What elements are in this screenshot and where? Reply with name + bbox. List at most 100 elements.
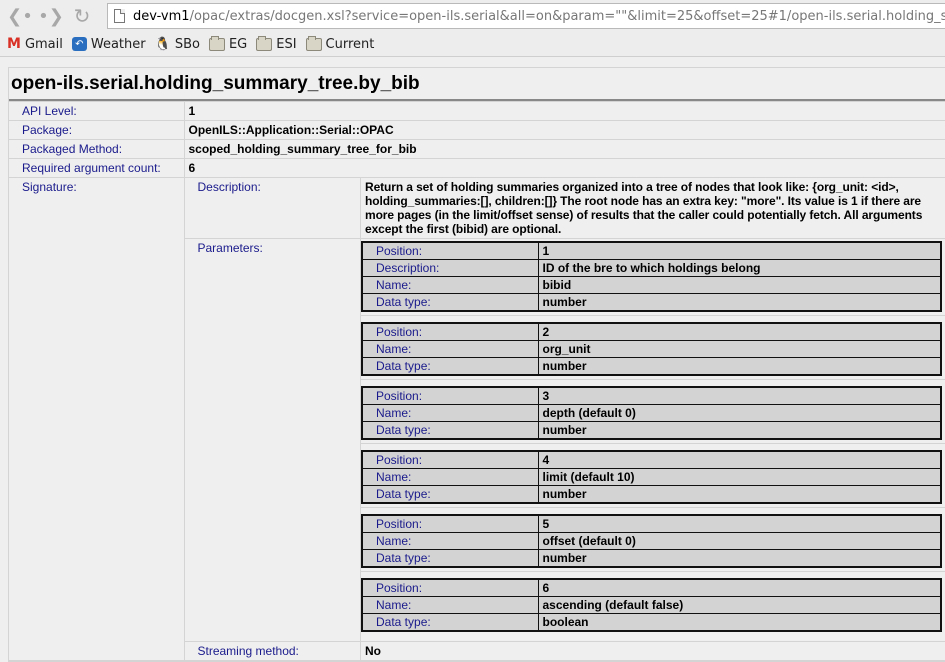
param-value: number <box>538 294 941 312</box>
param-label: Data type: <box>362 486 538 504</box>
parameter-table: Position:6 Name:ascending (default false… <box>361 578 942 632</box>
page-content: open-ils.serial.holding_summary_tree.by_… <box>0 57 945 662</box>
forward-button[interactable]: •❯ <box>37 2 65 30</box>
description-value: Return a set of holding summaries organi… <box>361 178 945 239</box>
url-bar[interactable]: dev-vm1/opac/extras/docgen.xsl?service=o… <box>107 3 945 29</box>
param-label: Position: <box>362 242 538 260</box>
param-value: org_unit <box>538 341 941 358</box>
bookmark-label: ESI <box>276 37 296 52</box>
parameter-table: Position:2 Name:org_unit Data type:numbe… <box>361 322 942 376</box>
page-title: open-ils.serial.holding_summary_tree.by_… <box>9 68 945 101</box>
gmail-icon: M <box>7 36 21 52</box>
param-value: 5 <box>538 515 941 533</box>
param-label: Position: <box>362 387 538 405</box>
parameter-table: Position:4 Name:limit (default 10) Data … <box>361 450 942 504</box>
description-text: Return a set of holding summaries organi… <box>365 180 945 236</box>
description-label: Description: <box>185 178 361 239</box>
param-row-name: Name:bibid <box>362 277 941 294</box>
field-row-package: Package: OpenILS::Application::Serial::O… <box>9 121 945 140</box>
param-value: number <box>538 358 941 376</box>
bookmarks-bar: M Gmail ↶ Weather 🐧 SBo EG ESI Current <box>0 32 945 57</box>
param-label: Name: <box>362 341 538 358</box>
param-value: 1 <box>538 242 941 260</box>
param-row-datatype: Data type:number <box>362 358 941 376</box>
field-row-api-level: API Level: 1 <box>9 102 945 121</box>
param-label: Data type: <box>362 550 538 568</box>
bookmark-label: Weather <box>91 37 146 52</box>
param-label: Name: <box>362 597 538 614</box>
url-host: dev-vm1 <box>133 9 190 24</box>
bookmark-esi[interactable]: ESI <box>256 37 296 52</box>
param-row-description: Description:ID of the bre to which holdi… <box>362 260 941 277</box>
param-label: Data type: <box>362 614 538 632</box>
param-label: Position: <box>362 515 538 533</box>
parameters-label: Parameters: <box>185 239 361 642</box>
param-label: Position: <box>362 451 538 469</box>
bookmark-weather[interactable]: ↶ Weather <box>72 37 146 52</box>
parameters-row: Parameters: Position:1 Description:ID of… <box>185 239 945 642</box>
folder-icon <box>209 38 225 51</box>
field-label: Required argument count: <box>9 159 184 178</box>
param-row-name: Name:offset (default 0) <box>362 533 941 550</box>
field-label: Package: <box>9 121 184 140</box>
param-value: number <box>538 422 941 440</box>
field-value: 6 <box>184 159 945 178</box>
param-value: ID of the bre to which holdings belong <box>538 260 941 277</box>
divider <box>361 507 945 508</box>
field-label: Packaged Method: <box>9 140 184 159</box>
method-details-table: API Level: 1 Package: OpenILS::Applicati… <box>9 101 945 661</box>
reload-icon: ↻ <box>74 4 91 28</box>
bookmark-current[interactable]: Current <box>306 37 375 52</box>
param-row-name: Name:limit (default 10) <box>362 469 941 486</box>
param-label: Name: <box>362 405 538 422</box>
param-value: 3 <box>538 387 941 405</box>
field-row-packaged-method: Packaged Method: scoped_holding_summary_… <box>9 140 945 159</box>
reload-button[interactable]: ↻ <box>68 2 96 30</box>
divider <box>361 379 945 380</box>
param-label: Position: <box>362 579 538 597</box>
field-value: OpenILS::Application::Serial::OPAC <box>184 121 945 140</box>
param-label: Position: <box>362 323 538 341</box>
param-row-datatype: Data type:number <box>362 294 941 312</box>
tux-icon: 🐧 <box>155 37 171 52</box>
back-button[interactable]: ❮• <box>6 2 34 30</box>
param-value: ascending (default false) <box>538 597 941 614</box>
divider <box>361 571 945 572</box>
param-row-datatype: Data type:number <box>362 422 941 440</box>
parameters-list: Position:1 Description:ID of the bre to … <box>361 239 945 642</box>
signature-label: Signature: <box>9 178 184 661</box>
parameter-table: Position:3 Name:depth (default 0) Data t… <box>361 386 942 440</box>
param-value: 2 <box>538 323 941 341</box>
param-row-position: Position:6 <box>362 579 941 597</box>
forward-arrow-icon: •❯ <box>38 6 64 27</box>
field-value: 1 <box>184 102 945 121</box>
param-row-name: Name:depth (default 0) <box>362 405 941 422</box>
streaming-row: Streaming method: No <box>185 642 945 661</box>
bookmark-label: SBo <box>175 37 200 52</box>
field-label: API Level: <box>9 102 184 121</box>
param-value: depth (default 0) <box>538 405 941 422</box>
bookmark-eg[interactable]: EG <box>209 37 247 52</box>
param-row-datatype: Data type:boolean <box>362 614 941 632</box>
param-label: Name: <box>362 469 538 486</box>
bookmark-gmail[interactable]: M Gmail <box>7 36 63 52</box>
param-row-datatype: Data type:number <box>362 486 941 504</box>
bookmark-sbo[interactable]: 🐧 SBo <box>155 37 200 52</box>
param-row-position: Position:4 <box>362 451 941 469</box>
parameter-table: Position:1 Description:ID of the bre to … <box>361 241 942 312</box>
param-row-position: Position:1 <box>362 242 941 260</box>
param-label: Name: <box>362 277 538 294</box>
param-label: Data type: <box>362 358 538 376</box>
bookmark-label: Gmail <box>25 37 63 52</box>
browser-toolbar: ❮• •❯ ↻ dev-vm1/opac/extras/docgen.xsl?s… <box>0 0 945 32</box>
param-value: 4 <box>538 451 941 469</box>
description-row: Description: Return a set of holding sum… <box>185 178 945 239</box>
param-label: Name: <box>362 533 538 550</box>
param-value: bibid <box>538 277 941 294</box>
param-row-name: Name:ascending (default false) <box>362 597 941 614</box>
streaming-value: No <box>361 642 945 661</box>
folder-icon <box>306 38 322 51</box>
bookmark-label: Current <box>326 37 375 52</box>
param-value: offset (default 0) <box>538 533 941 550</box>
parameter-table: Position:5 Name:offset (default 0) Data … <box>361 514 942 568</box>
